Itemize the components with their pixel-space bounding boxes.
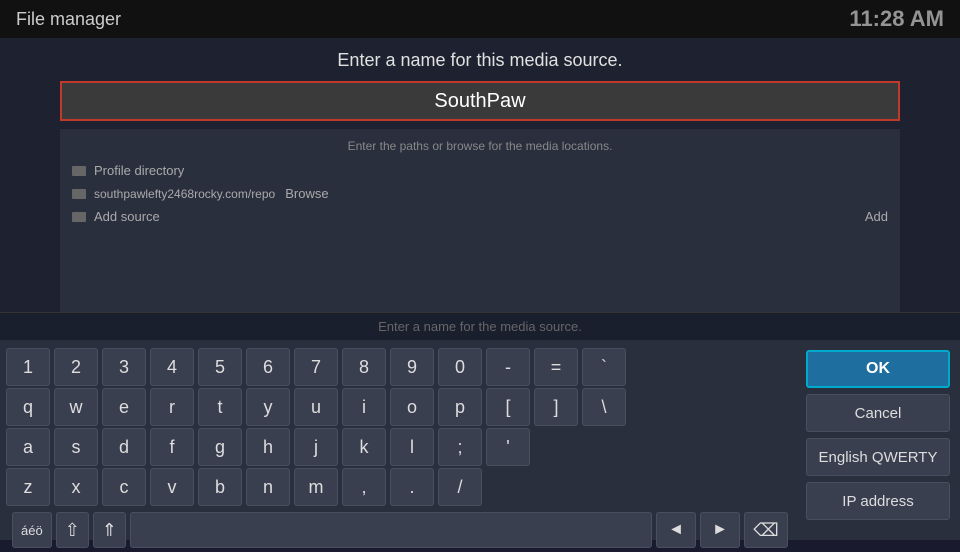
- keyboard-area: 1 2 3 4 5 6 7 8 9 0 - = ` q w e r t y u …: [0, 340, 960, 540]
- profile-directory-label: Profile directory: [94, 163, 888, 178]
- key-q[interactable]: q: [6, 388, 50, 426]
- key-slash[interactable]: /: [438, 468, 482, 506]
- key-lbracket[interactable]: [: [486, 388, 530, 426]
- file-panel-subtitle: Enter the paths or browse for the media …: [60, 135, 900, 159]
- clock: 11:28 AM: [849, 6, 944, 32]
- accent-key[interactable]: áéö: [12, 512, 52, 548]
- key-m[interactable]: m: [294, 468, 338, 506]
- source-name-bar: Enter a name for the media source.: [0, 312, 960, 340]
- key-s[interactable]: s: [54, 428, 98, 466]
- key-a[interactable]: a: [6, 428, 50, 466]
- source-path: southpawlefty2468rocky.com/repo: [94, 187, 275, 201]
- space-key[interactable]: [130, 512, 652, 548]
- folder-icon-2: [72, 189, 86, 199]
- key-period[interactable]: .: [390, 468, 434, 506]
- key-k[interactable]: k: [342, 428, 386, 466]
- name-input-bar[interactable]: SouthPaw: [60, 81, 900, 121]
- add-source-label: Add source: [94, 209, 855, 224]
- key-minus[interactable]: -: [486, 348, 530, 386]
- main-content: Enter a name for this media source. Sout…: [0, 38, 960, 340]
- input-value: SouthPaw: [70, 90, 890, 113]
- caps-key[interactable]: ⇑: [93, 512, 126, 548]
- english-qwerty-button[interactable]: English QWERTY: [806, 438, 950, 476]
- key-i[interactable]: i: [342, 388, 386, 426]
- key-p[interactable]: p: [438, 388, 482, 426]
- folder-icon: [72, 166, 86, 176]
- key-comma[interactable]: ,: [342, 468, 386, 506]
- key-g[interactable]: g: [198, 428, 242, 466]
- shift-key[interactable]: ⇧: [56, 512, 89, 548]
- keyboard-row-qwerty: q w e r t y u i o p [ ] \: [6, 388, 794, 426]
- key-5[interactable]: 5: [198, 348, 242, 386]
- key-f[interactable]: f: [150, 428, 194, 466]
- key-semicolon[interactable]: ;: [438, 428, 482, 466]
- file-panel: Enter the paths or browse for the media …: [60, 129, 900, 312]
- key-equals[interactable]: =: [534, 348, 578, 386]
- key-0[interactable]: 0: [438, 348, 482, 386]
- key-9[interactable]: 9: [390, 348, 434, 386]
- profile-directory-row[interactable]: Profile directory: [60, 159, 900, 182]
- next-key[interactable]: ►: [700, 512, 740, 548]
- key-quote[interactable]: ': [486, 428, 530, 466]
- add-icon: [72, 212, 86, 222]
- ok-button[interactable]: OK: [806, 350, 950, 388]
- key-backslash[interactable]: \: [582, 388, 626, 426]
- key-4[interactable]: 4: [150, 348, 194, 386]
- key-x[interactable]: x: [54, 468, 98, 506]
- key-8[interactable]: 8: [342, 348, 386, 386]
- key-l[interactable]: l: [390, 428, 434, 466]
- key-1[interactable]: 1: [6, 348, 50, 386]
- key-r[interactable]: r: [150, 388, 194, 426]
- backspace-key[interactable]: ⌫: [744, 512, 788, 548]
- header-bar: File manager 11:28 AM: [0, 0, 960, 38]
- key-j[interactable]: j: [294, 428, 338, 466]
- keyboard-bottom-row: áéö ⇧ ⇑ ◄ ► ⌫: [6, 508, 794, 552]
- key-6[interactable]: 6: [246, 348, 290, 386]
- key-2[interactable]: 2: [54, 348, 98, 386]
- keyboard-row-numbers: 1 2 3 4 5 6 7 8 9 0 - = `: [6, 348, 794, 386]
- key-v[interactable]: v: [150, 468, 194, 506]
- key-t[interactable]: t: [198, 388, 242, 426]
- source-path-row[interactable]: southpawlefty2468rocky.com/repo Browse: [60, 182, 900, 205]
- key-y[interactable]: y: [246, 388, 290, 426]
- dialog-title: Enter a name for this media source.: [0, 38, 960, 81]
- key-backtick[interactable]: `: [582, 348, 626, 386]
- key-w[interactable]: w: [54, 388, 98, 426]
- key-b[interactable]: b: [198, 468, 242, 506]
- cancel-button[interactable]: Cancel: [806, 394, 950, 432]
- key-n[interactable]: n: [246, 468, 290, 506]
- add-source-row[interactable]: Add source Add: [60, 205, 900, 228]
- key-7[interactable]: 7: [294, 348, 338, 386]
- key-z[interactable]: z: [6, 468, 50, 506]
- add-button[interactable]: Add: [865, 209, 888, 224]
- key-c[interactable]: c: [102, 468, 146, 506]
- key-rbracket[interactable]: ]: [534, 388, 578, 426]
- keyboard-main: 1 2 3 4 5 6 7 8 9 0 - = ` q w e r t y u …: [0, 340, 800, 540]
- key-u[interactable]: u: [294, 388, 338, 426]
- key-e[interactable]: e: [102, 388, 146, 426]
- key-d[interactable]: d: [102, 428, 146, 466]
- keyboard-row-asdf: a s d f g h j k l ; ': [6, 428, 794, 466]
- keyboard-row-zxcv: z x c v b n m , . /: [6, 468, 794, 506]
- prev-key[interactable]: ◄: [656, 512, 696, 548]
- key-3[interactable]: 3: [102, 348, 146, 386]
- side-buttons: OK Cancel English QWERTY IP address: [800, 340, 960, 540]
- app-title: File manager: [16, 9, 121, 30]
- key-o[interactable]: o: [390, 388, 434, 426]
- ip-address-button[interactable]: IP address: [806, 482, 950, 520]
- browse-button[interactable]: Browse: [285, 186, 328, 201]
- key-h[interactable]: h: [246, 428, 290, 466]
